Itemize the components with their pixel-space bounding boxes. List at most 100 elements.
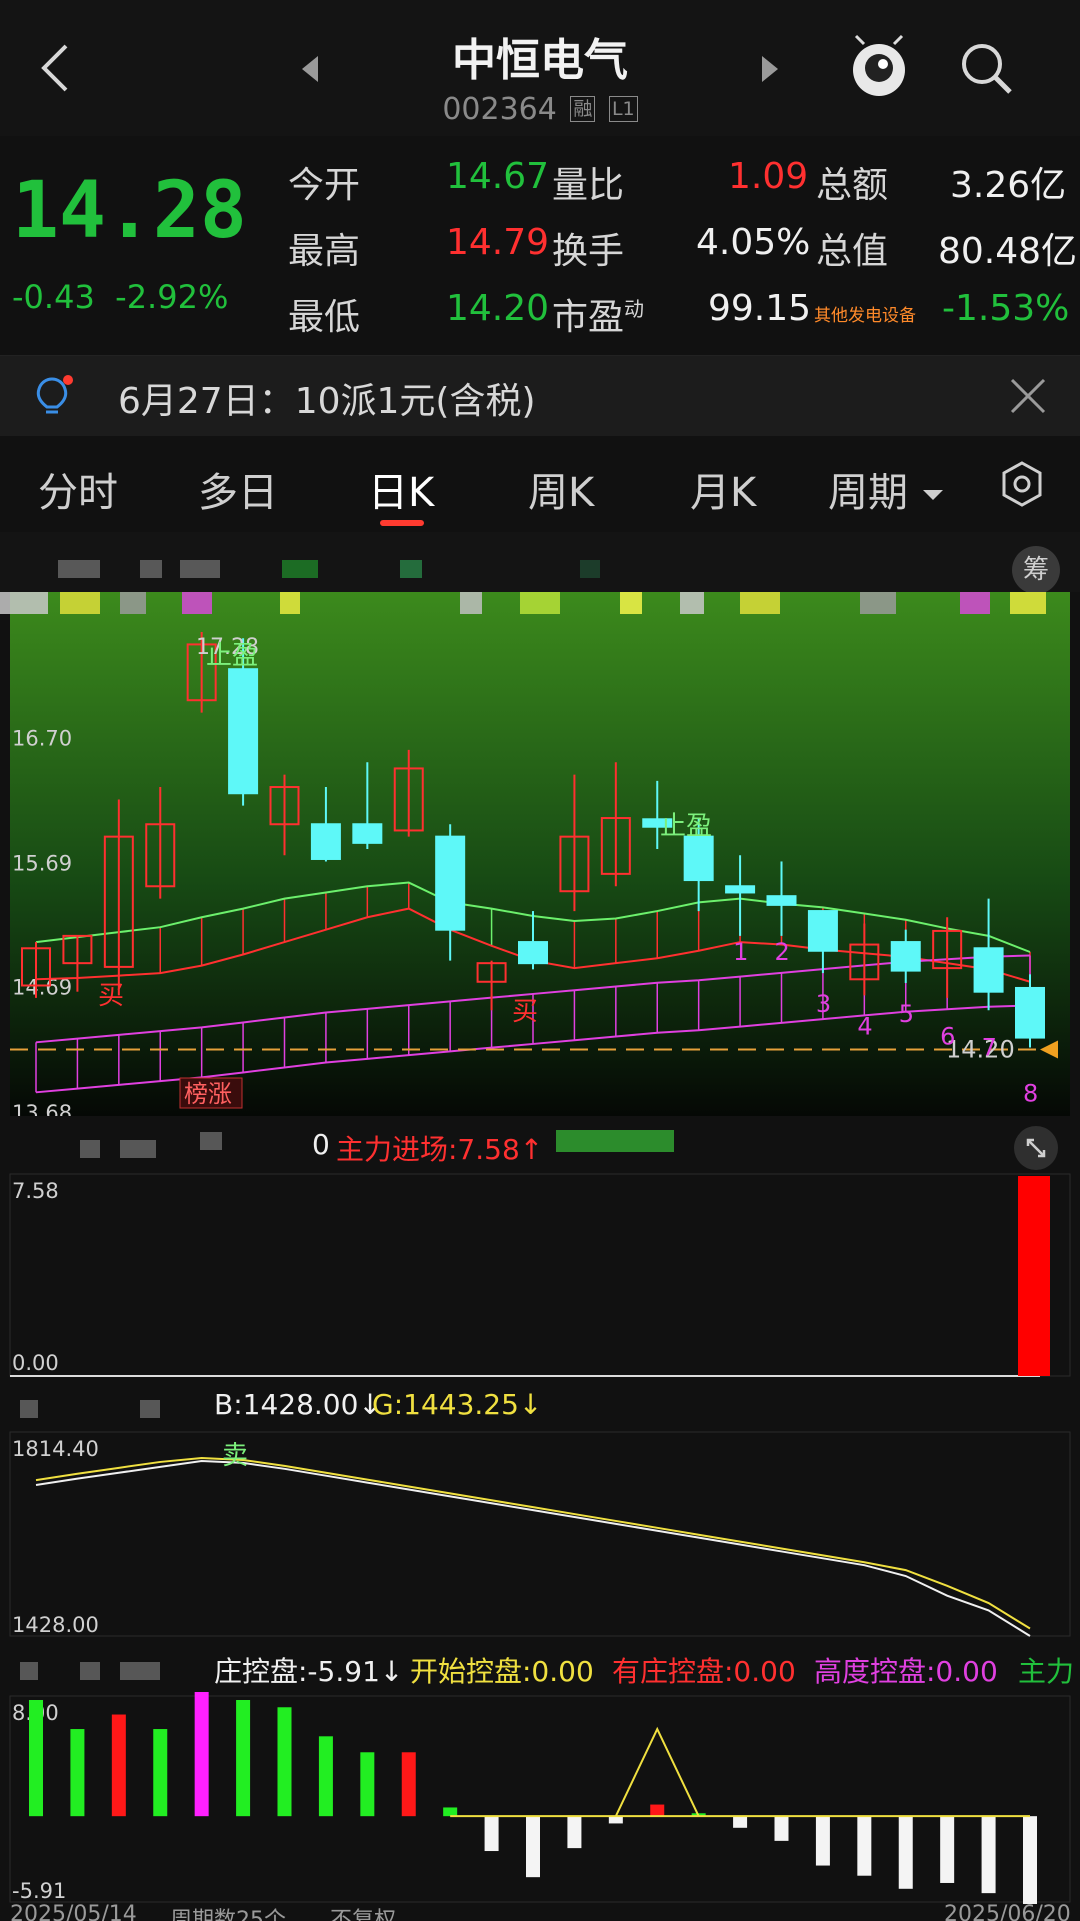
tab-monthly-k[interactable]: 月K <box>690 460 756 518</box>
candle-down <box>352 823 383 844</box>
expand-icon[interactable] <box>1014 1126 1058 1170</box>
search-icon[interactable] <box>958 40 1014 100</box>
quote-panel: 14.28 -0.43 -2.92% 今开 14.67 最高 14.79 最低 … <box>0 136 1080 352</box>
bg-indicator-bar: B:1428.00↓ G:1443.25↓ <box>0 1380 1080 1432</box>
stock-code: 002364 <box>442 92 557 127</box>
vol-ratio-label: 量比 <box>552 165 625 206</box>
control-bar <box>815 1816 830 1866</box>
pixelated-overlay <box>740 592 780 614</box>
control-bar <box>443 1807 458 1817</box>
control-bar <box>940 1816 955 1883</box>
vol-ratio-value: 1.09 <box>728 156 809 197</box>
pixelated-overlay <box>960 592 990 614</box>
kline-plot: 16.7015.6914.6913.6814.2017.28止盈止盈买买1 234… <box>0 592 1070 1116</box>
has-control: 有庄控盘:0.00 <box>612 1655 796 1688</box>
y-bottom-label: 0.00 <box>12 1351 59 1375</box>
control-bar <box>318 1736 333 1817</box>
zhuang-control: 庄控盘:-5.91↓ <box>214 1655 404 1688</box>
tab-intraday[interactable]: 分时 <box>38 460 118 518</box>
take-profit-label: 止盈 <box>206 641 258 671</box>
control-bar <box>526 1816 540 1878</box>
mascot-icon[interactable] <box>848 34 910 108</box>
pixelated-overlay <box>860 592 896 614</box>
price-change: -0.43 -2.92% <box>12 278 228 316</box>
cap-label: 总值 <box>816 231 889 272</box>
high-label: 最高 <box>288 231 361 272</box>
amount-label: 总额 <box>816 165 889 206</box>
cap-value: 80.48亿 <box>938 231 1078 272</box>
candle-down <box>228 668 259 795</box>
control-bar <box>277 1707 292 1817</box>
pixelated-overlay <box>280 592 300 614</box>
control-bar <box>360 1752 375 1817</box>
buy-label: 买 <box>98 981 124 1011</box>
kline-background <box>10 592 1070 1116</box>
high-value: 14.79 <box>446 222 550 263</box>
candle-down <box>310 823 341 860</box>
control-bar <box>29 1700 43 1817</box>
pixelated-overlay <box>0 592 48 614</box>
sequence-number: 3 <box>816 990 831 1018</box>
kline-chart[interactable]: 筹 16.70 15.69 14.69 13.68 14.20 17.28 止盈 止盈买买 1 2… <box>0 532 1080 1116</box>
main-force-indicator-bar: 0 主力进场:7.58↑ <box>0 1116 1080 1170</box>
control-bar <box>1023 1816 1037 1904</box>
turnover-label: 换手 <box>552 231 625 272</box>
pixelated-overlay <box>460 592 482 614</box>
buy-label: 买 <box>512 997 538 1027</box>
y-bottom-label: -5.91 <box>12 1879 66 1903</box>
margin-tag: 融 <box>570 96 596 122</box>
pixelated-overlay <box>60 592 100 614</box>
candle-down <box>683 835 714 882</box>
pixelated-overlay <box>520 592 560 614</box>
sequence-number: 2 <box>775 938 790 966</box>
start-date: 2025/05/14 <box>10 1904 137 1921</box>
candle-down <box>518 941 548 965</box>
pixelated-overlay <box>1010 592 1046 614</box>
amount-value: 3.26亿 <box>950 165 1067 206</box>
start-control: 开始控盘:0.00 <box>410 1655 594 1688</box>
b-value: B:1428.00↓ <box>214 1388 382 1421</box>
control-bar <box>236 1700 251 1817</box>
close-icon[interactable] <box>1008 376 1048 420</box>
dividend-notice[interactable]: 6月27日：10派1元(含税) <box>0 355 1080 437</box>
high-control: 高度控盘:0.00 <box>814 1655 998 1688</box>
pixelated-overlay <box>182 592 212 614</box>
tab-period-label: 周期 <box>828 470 908 516</box>
pane-frame <box>9 1431 1071 1637</box>
sell-label: 卖 <box>222 1441 248 1471</box>
control-bar <box>774 1816 789 1841</box>
pixelated-overlay <box>120 592 146 614</box>
rank-badge-label: 榜涨 <box>184 1080 232 1108</box>
candle-down <box>435 835 466 931</box>
settings-icon[interactable] <box>998 460 1046 512</box>
tab-daily-k[interactable]: 日K <box>368 460 434 518</box>
candle-down <box>766 895 797 906</box>
tab-period[interactable]: 周期 <box>828 460 945 518</box>
g-value: G:1443.25↓ <box>372 1388 543 1421</box>
tab-weekly-k[interactable]: 周K <box>528 460 594 518</box>
adjust-mode: 不复权 <box>330 1908 397 1921</box>
candle-down <box>973 947 1004 993</box>
candle-down <box>890 941 921 972</box>
turnover-value: 4.05% <box>696 222 811 263</box>
sequence-number: 8 <box>1023 1080 1038 1108</box>
control-bar <box>898 1816 913 1889</box>
sequence-number: 7 <box>982 1033 997 1061</box>
pe-label: 市盈动 <box>552 288 644 340</box>
pixelated-overlay <box>680 592 704 614</box>
y-tick-label: 16.70 <box>12 726 72 750</box>
y-tick-label: 13.68 <box>12 1101 72 1116</box>
y-top-label: 7.58 <box>12 1179 59 1203</box>
control-bar <box>608 1816 623 1824</box>
main-force-plot: 7.58 0.00 <box>9 1173 1071 1377</box>
change-amount: -0.43 <box>12 278 95 316</box>
notice-text: 6月27日：10派1元(含税) <box>118 381 536 422</box>
tab-multiday[interactable]: 多日 <box>198 460 278 518</box>
chip-distribution-button[interactable]: 筹 <box>1012 546 1060 594</box>
next-stock-icon[interactable] <box>758 54 782 88</box>
bg-plot: 1814.40 1428.00 卖 <box>9 1431 1071 1637</box>
control-bar <box>981 1816 996 1894</box>
sector-name[interactable]: 其他发电设备 <box>814 301 916 326</box>
level-tag: L1 <box>608 96 638 122</box>
low-label: 最低 <box>288 297 361 338</box>
